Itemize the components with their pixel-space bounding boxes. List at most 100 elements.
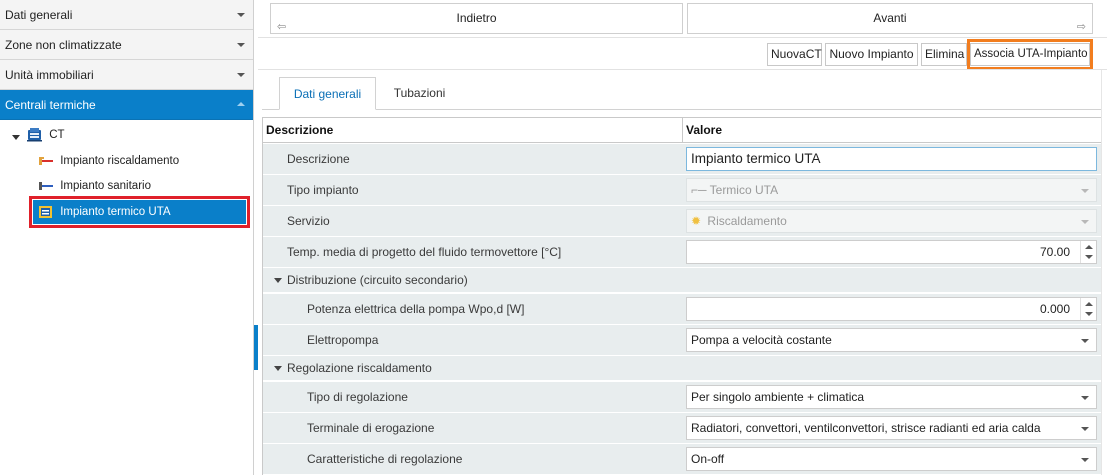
tab-dati-generali[interactable]: Dati generali (279, 77, 376, 110)
spin-down-icon[interactable] (1085, 255, 1093, 259)
spin-buttons[interactable] (1080, 298, 1096, 320)
forward-button-label: Avanti (873, 11, 907, 25)
property-label: Descrizione (263, 144, 683, 175)
section-label: Distribuzione (circuito secondario) (287, 273, 468, 287)
chevron-down-icon (237, 43, 245, 47)
property-value-cell: Per singolo ambiente + climatica (683, 382, 1107, 413)
column-header-description: Descrizione (263, 118, 683, 143)
divider (258, 69, 1107, 70)
tree-node-label: Impianto sanitario (60, 180, 151, 192)
property-label: Tipo di regolazione (263, 382, 683, 413)
sanitary-plant-icon (39, 181, 53, 190)
property-value-cell: Radiatori, convettori, ventilconvettori,… (683, 413, 1107, 444)
chevron-down-icon (237, 73, 245, 77)
column-header-value: Valore (683, 118, 1107, 143)
property-row-caratteristiche: Caratteristiche di regolazione On-off (263, 444, 1107, 475)
accordion-dati-generali[interactable]: Dati generali (0, 0, 253, 30)
chevron-down-icon (1081, 189, 1089, 193)
property-label: Terminale di erogazione (263, 413, 683, 444)
tree-node-impianto-sanitario[interactable]: Impianto sanitario (38, 175, 151, 197)
section-distribuzione[interactable]: Distribuzione (circuito secondario) (263, 268, 1107, 293)
chevron-down-icon (1081, 396, 1089, 400)
description-input[interactable]: Impianto termico UTA (686, 147, 1097, 171)
tree-node-label: Impianto riscaldamento (60, 155, 180, 167)
collapse-triangle-icon[interactable] (274, 366, 282, 371)
sidebar: Dati generali Zone non climatizzate Unit… (0, 0, 254, 475)
forward-button[interactable]: Avanti ⇨ (687, 3, 1093, 34)
dropdown-value: Riscaldamento (707, 214, 787, 228)
property-label: Caratteristiche di regolazione (263, 444, 683, 475)
property-value-cell: On-off (683, 444, 1107, 475)
accordion-centrali-termiche[interactable]: Centrali termiche (0, 90, 253, 120)
thermal-plant-icon (27, 128, 42, 142)
accordion-label: Dati generali (5, 8, 73, 22)
dropdown-value: Termico UTA (709, 183, 779, 197)
regulation-type-dropdown[interactable]: Per singolo ambiente + climatica (686, 385, 1097, 409)
accordion-label: Centrali termiche (5, 98, 96, 112)
dropdown-value: Per singolo ambiente + climatica (691, 390, 865, 404)
back-button[interactable]: ⇦ Indietro (270, 3, 683, 34)
tree-node-ct[interactable]: CT (27, 124, 65, 146)
property-row-tipo-regolazione: Tipo di regolazione Per singolo ambiente… (263, 382, 1107, 413)
property-row-temperatura: Temp. media di progetto del fluido termo… (263, 237, 1107, 268)
spin-down-icon[interactable] (1085, 312, 1093, 316)
chevron-down-icon (1081, 220, 1089, 224)
sun-icon: ✹ (691, 214, 702, 228)
property-row-elettropompa: Elettropompa Pompa a velocità costante (263, 325, 1107, 356)
property-row-descrizione: Descrizione Impianto termico UTA (263, 144, 1107, 175)
property-value-cell: Impianto termico UTA (683, 144, 1107, 175)
button-highlight-box (967, 39, 1093, 70)
property-label: Elettropompa (263, 325, 683, 356)
property-row-terminale: Terminale di erogazione Radiatori, conve… (263, 413, 1107, 444)
dropdown-value: On-off (691, 452, 725, 466)
section-label: Regolazione riscaldamento (287, 361, 432, 375)
pump-power-stepper[interactable]: 0.000 (686, 297, 1097, 321)
stepper-value: 70.00 (1039, 245, 1070, 259)
property-label: Servizio (263, 206, 683, 237)
tree-node-impianto-riscaldamento[interactable]: Impianto riscaldamento (38, 150, 179, 172)
section-regolazione[interactable]: Regolazione riscaldamento (263, 356, 1107, 381)
tree-node-label: CT (49, 129, 65, 141)
heating-plant-icon (39, 156, 53, 165)
vertical-scrollbar[interactable] (1101, 70, 1107, 475)
spin-up-icon[interactable] (1085, 245, 1093, 249)
property-label: Potenza elettrica della pompa Wpo,d [W] (263, 294, 683, 325)
new-ct-button[interactable]: NuovaCT (767, 43, 822, 66)
regulation-char-dropdown[interactable]: On-off (686, 447, 1097, 471)
accordion-label: Zone non climatizzate (5, 38, 122, 52)
property-value-cell: Pompa a velocità costante (683, 325, 1107, 356)
back-button-label: Indietro (456, 11, 497, 25)
property-value-cell: ⌐─ Termico UTA (683, 175, 1107, 206)
accordion-zone-non-climatizzate[interactable]: Zone non climatizzate (0, 30, 253, 60)
property-label: Temp. media di progetto del fluido termo… (263, 237, 683, 268)
property-grid: Descrizione Valore Descrizione Impianto … (262, 117, 1107, 475)
dropdown-value: Radiatori, convettori, ventilconvettori,… (691, 421, 1041, 435)
property-value-cell: 70.00 (683, 237, 1107, 268)
pump-dropdown[interactable]: Pompa a velocità costante (686, 328, 1097, 352)
terminal-dropdown[interactable]: Radiatori, convettori, ventilconvettori,… (686, 416, 1097, 440)
accordion-label: Unità immobiliari (5, 68, 94, 82)
temperature-stepper[interactable]: 70.00 (686, 240, 1097, 264)
property-value-cell: 0.000 (683, 294, 1107, 325)
property-row-tipo-impianto: Tipo impianto ⌐─ Termico UTA (263, 175, 1107, 206)
property-label: Tipo impianto (263, 175, 683, 206)
collapse-triangle-icon[interactable] (274, 278, 282, 283)
accordion-unita-immobiliari[interactable]: Unità immobiliari (0, 60, 253, 90)
plant-type-icon: ⌐─ (691, 183, 707, 197)
chevron-up-icon (237, 102, 245, 106)
tab-baseline (262, 109, 1107, 110)
spin-buttons[interactable] (1080, 241, 1096, 263)
spin-up-icon[interactable] (1085, 302, 1093, 306)
divider (258, 37, 1107, 38)
service-dropdown[interactable]: ✹ Riscaldamento (686, 209, 1097, 233)
main-panel: ⇦ Indietro Avanti ⇨ NuovaCT Nuovo Impian… (258, 0, 1107, 475)
new-plant-button[interactable]: Nuovo Impianto (825, 43, 918, 66)
tree-expand-icon[interactable] (12, 135, 20, 140)
stepper-value: 0.000 (1039, 302, 1070, 316)
tab-tubazioni[interactable]: Tubazioni (382, 77, 457, 110)
plant-type-dropdown[interactable]: ⌐─ Termico UTA (686, 178, 1097, 202)
dropdown-value: Pompa a velocità costante (691, 333, 832, 347)
delete-button[interactable]: Elimina (921, 43, 967, 66)
chevron-down-icon (237, 13, 245, 17)
property-value-cell: ✹ Riscaldamento (683, 206, 1107, 237)
